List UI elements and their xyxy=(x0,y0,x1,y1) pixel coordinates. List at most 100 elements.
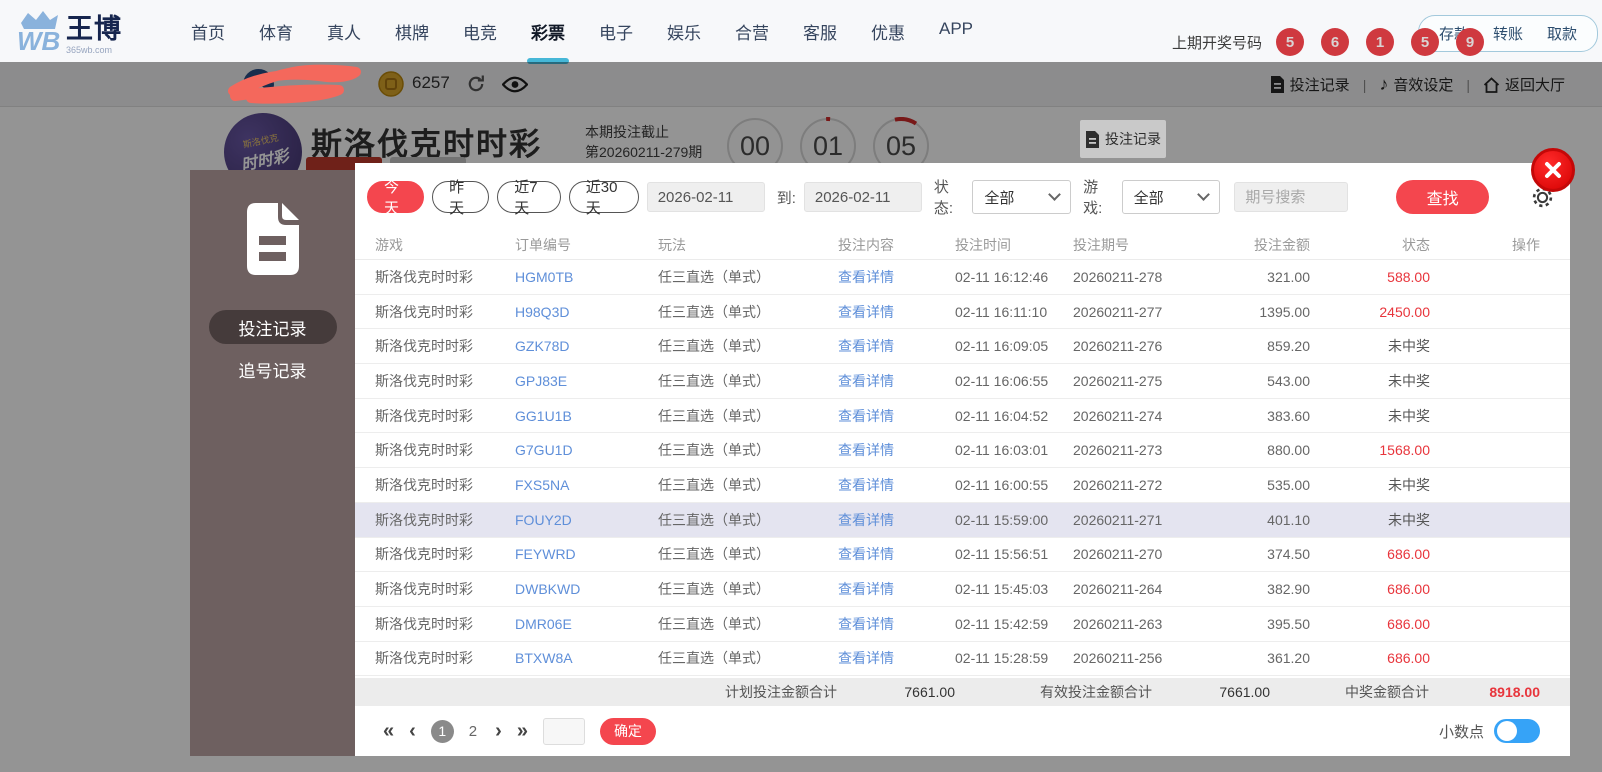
column-header: 投注金额 xyxy=(1254,236,1310,253)
valid-total-label: 有效投注金额合计 xyxy=(1040,684,1152,700)
view-details-link[interactable]: 查看详情 xyxy=(838,406,955,426)
nav-item[interactable]: APP xyxy=(932,15,980,48)
cell-amount: 361.20 xyxy=(1267,650,1310,667)
view-details-link[interactable]: 查看详情 xyxy=(838,440,955,460)
table-row: 斯洛伐克时时彩 G7GU1D 任三直选（单式） 查看详情 02-11 16:03:01 2… xyxy=(355,433,1570,469)
view-details-link[interactable]: 查看详情 xyxy=(838,302,955,322)
view-details-link[interactable]: 查看详情 xyxy=(838,371,955,391)
cell-order-id[interactable]: GG1U1B xyxy=(515,408,658,424)
date-from-input[interactable] xyxy=(646,182,765,212)
quick-filter-button[interactable]: 近7天 xyxy=(497,179,561,217)
cell-play-type: 任三直选（单式） xyxy=(658,372,770,389)
sidebar-item-bet-records[interactable]: 投注记录 xyxy=(208,310,337,344)
last-page-button[interactable]: » xyxy=(517,721,528,741)
cell-period: 20260211-263 xyxy=(1073,615,1163,632)
view-details-link[interactable]: 查看详情 xyxy=(838,475,955,495)
cell-bet-time: 02-11 15:56:51 xyxy=(955,546,1049,563)
quick-filter-active[interactable]: 今天 xyxy=(367,179,425,217)
nav-item[interactable]: 客服 xyxy=(796,15,844,48)
wallet-action[interactable]: 转账 xyxy=(1493,23,1523,44)
page-jump-input[interactable] xyxy=(542,717,585,745)
table-row: 斯洛伐克时时彩 H98Q3D 任三直选（单式） 查看详情 02-11 16:11:10 2… xyxy=(355,295,1570,330)
view-details-link[interactable]: 查看详情 xyxy=(838,648,955,668)
cell-order-id[interactable]: GPJ83E xyxy=(515,373,658,389)
draw-number-ball: 9 xyxy=(1456,28,1485,56)
quick-filter-button[interactable]: 昨天 xyxy=(432,179,490,217)
cell-amount: 395.50 xyxy=(1267,615,1310,632)
view-details-link[interactable]: 查看详情 xyxy=(838,336,955,356)
prev-page-button[interactable]: ‹ xyxy=(409,721,416,741)
decimal-toggle-group: 小数点 xyxy=(1439,719,1540,743)
cell-order-id[interactable]: HGM0TB xyxy=(515,269,658,285)
cell-order-id[interactable]: DWBKWD xyxy=(515,581,658,597)
view-details-link[interactable]: 查看详情 xyxy=(838,267,955,287)
status-select[interactable]: 全部 xyxy=(972,180,1072,214)
cell-order-id[interactable]: G7GU1D xyxy=(515,442,658,458)
cell-order-id[interactable]: DMR06E xyxy=(515,616,658,632)
first-page-button[interactable]: « xyxy=(383,721,394,741)
column-header: 投注内容 xyxy=(838,236,894,253)
cell-order-id[interactable]: H98Q3D xyxy=(515,304,658,320)
cell-play-type: 任三直选（单式） xyxy=(658,511,770,528)
wallet-action[interactable]: 取款 xyxy=(1547,23,1577,44)
cell-order-id[interactable]: BTXW8A xyxy=(515,650,658,666)
cell-status: 未中奖 xyxy=(1388,511,1430,528)
decimal-label: 小数点 xyxy=(1438,723,1484,741)
nav-item[interactable]: 电竞 xyxy=(456,15,504,48)
bet-records-modal: 今天昨天近7天近30天 到: 状态: 全部 游戏: 全部 查找 xyxy=(355,163,1570,756)
table-row: 斯洛伐克时时彩 HGM0TB 任三直选（单式） 查看详情 02-11 16:12:46 2… xyxy=(355,260,1570,295)
brand-logo[interactable]: WB 王博 365wb.com xyxy=(16,7,122,55)
cell-order-id[interactable]: FXS5NA xyxy=(515,477,658,493)
decimal-toggle[interactable] xyxy=(1494,719,1540,743)
sidebar-item-chase-records[interactable]: 追号记录 xyxy=(209,352,337,386)
cell-bet-time: 02-11 16:04:52 xyxy=(955,407,1049,424)
cell-game: 斯洛伐克时时彩 xyxy=(375,581,473,598)
nav-item[interactable]: 首页 xyxy=(184,15,232,48)
cell-order-id[interactable]: GZK78D xyxy=(515,338,658,354)
view-details-link[interactable]: 查看详情 xyxy=(838,579,955,599)
nav-item[interactable]: 优惠 xyxy=(864,15,912,48)
table-row: 斯洛伐克时时彩 GG1U1B 任三直选（单式） 查看详情 02-11 16:04:52 2… xyxy=(355,399,1570,434)
nav-item[interactable]: 合营 xyxy=(728,15,776,48)
nav-item[interactable]: 电子 xyxy=(592,15,640,48)
nav-item[interactable]: 体育 xyxy=(252,15,300,48)
nav-item[interactable]: 真人 xyxy=(320,15,368,48)
cell-status: 686.00 xyxy=(1387,581,1430,598)
cell-period: 20260211-256 xyxy=(1073,650,1163,667)
doc-icon xyxy=(1086,130,1099,148)
view-details-link[interactable]: 查看详情 xyxy=(838,614,955,634)
nav-item[interactable]: 棋牌 xyxy=(388,15,436,48)
game-select[interactable]: 全部 xyxy=(1121,180,1221,214)
cell-bet-time: 02-11 16:11:10 xyxy=(955,303,1048,320)
cell-order-id[interactable]: FEYWRD xyxy=(515,546,658,562)
document-icon xyxy=(246,203,299,275)
page-jump-confirm-button[interactable]: 确定 xyxy=(599,717,656,745)
next-page-button[interactable]: › xyxy=(495,721,502,741)
win-total-label: 中奖金额合计 xyxy=(1345,684,1429,700)
cell-period: 20260211-271 xyxy=(1073,511,1163,528)
cell-game: 斯洛伐克时时彩 xyxy=(375,476,473,493)
cell-amount: 382.90 xyxy=(1267,581,1310,598)
cell-order-id[interactable]: FOUY2D xyxy=(515,512,658,528)
search-button[interactable]: 查找 xyxy=(1396,180,1489,214)
records-sidebar: 投注记录 追号记录 xyxy=(190,170,355,756)
bet-record-menu-button[interactable]: 投注记录 xyxy=(1080,120,1166,158)
toggle-knob xyxy=(1497,721,1517,741)
quick-filter-button[interactable]: 近30天 xyxy=(568,179,639,217)
cell-game: 斯洛伐克时时彩 xyxy=(375,546,473,563)
close-modal-button[interactable] xyxy=(1531,148,1575,192)
cell-bet-time: 02-11 16:09:05 xyxy=(955,338,1049,355)
cell-bet-time: 02-11 16:06:55 xyxy=(955,372,1049,389)
page-button[interactable]: 2 xyxy=(466,723,480,740)
nav-item[interactable]: 彩票 xyxy=(524,15,572,64)
view-details-link[interactable]: 查看详情 xyxy=(838,510,955,530)
cell-play-type: 任三直选（单式） xyxy=(658,546,770,563)
close-icon xyxy=(1545,162,1561,178)
cell-play-type: 任三直选（单式） xyxy=(658,338,770,355)
view-details-link[interactable]: 查看详情 xyxy=(838,544,955,564)
current-page[interactable]: 1 xyxy=(430,719,454,743)
date-to-input[interactable] xyxy=(803,182,922,212)
period-search-input[interactable] xyxy=(1234,182,1349,212)
nav-item[interactable]: 娱乐 xyxy=(660,15,708,48)
valid-total-value: 7661.00 xyxy=(1219,684,1270,700)
